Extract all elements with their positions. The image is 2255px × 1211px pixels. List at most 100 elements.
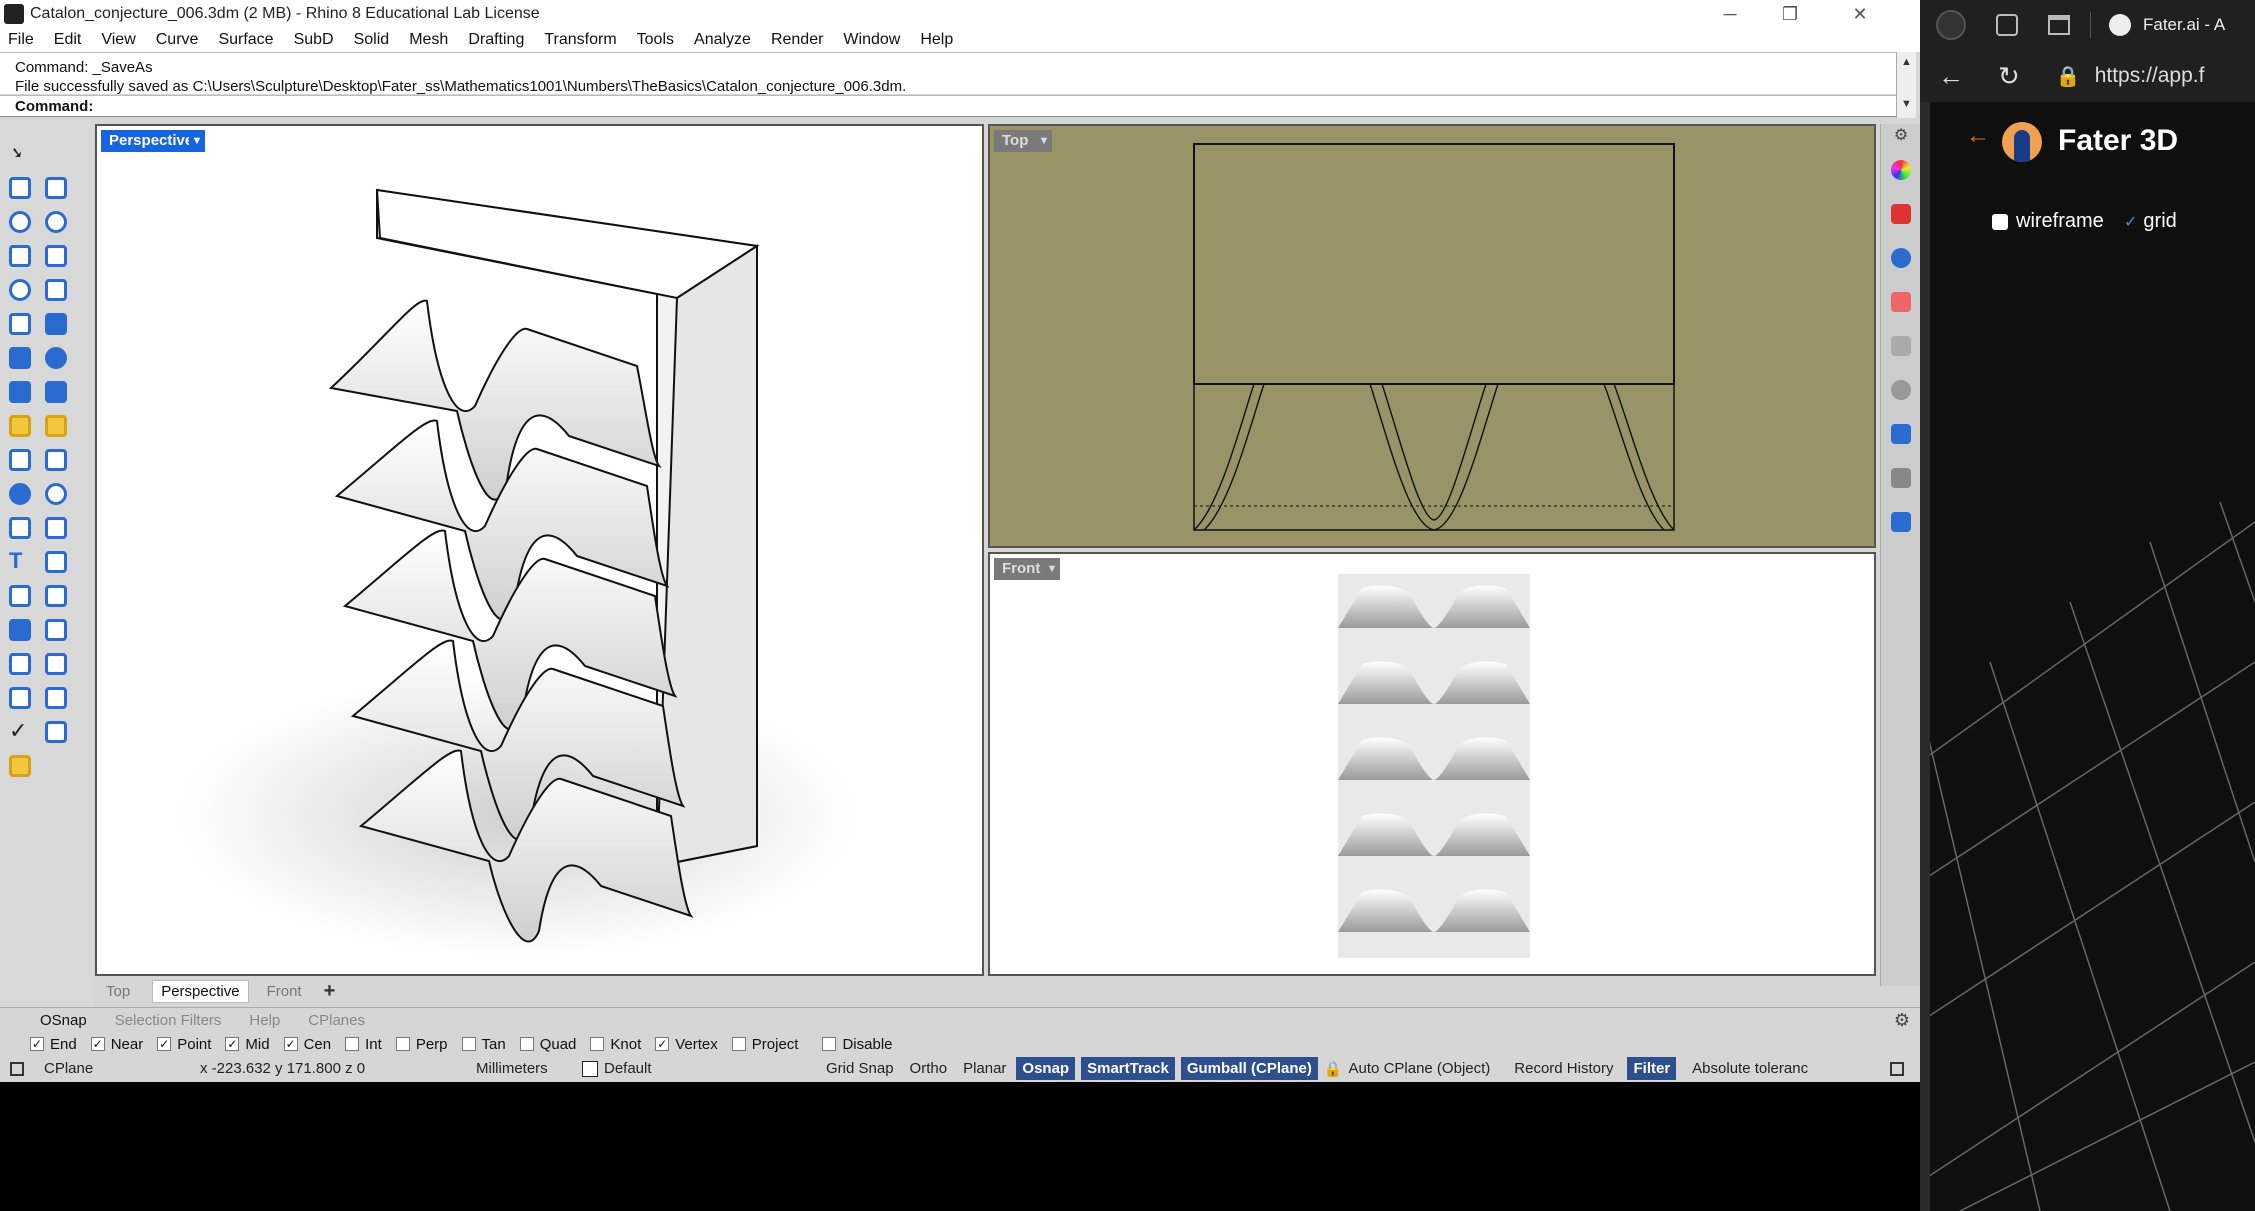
- menu-curve[interactable]: Curve: [156, 31, 199, 49]
- polyline-tool-icon[interactable]: [6, 174, 34, 202]
- top-dropdown-icon[interactable]: ▼: [1036, 130, 1052, 152]
- wireframe-option[interactable]: wireframe: [1992, 210, 2104, 233]
- menu-file[interactable]: File: [8, 31, 34, 49]
- surface-tool-icon[interactable]: [6, 310, 34, 338]
- point-tool-icon[interactable]: [42, 140, 70, 168]
- move-tool-icon[interactable]: [42, 548, 70, 576]
- status-auto-cplane[interactable]: Auto CPlane (Object): [1349, 1060, 1491, 1077]
- select-tool-icon[interactable]: ➘: [6, 140, 34, 168]
- rebuild-tool-icon[interactable]: [6, 514, 34, 542]
- polygon-tool-icon[interactable]: [6, 242, 34, 270]
- osnap-int[interactable]: Int: [345, 1036, 382, 1053]
- notification-icon[interactable]: [1891, 424, 1911, 444]
- perspective-dropdown-icon[interactable]: ▼: [189, 130, 205, 152]
- osnap-settings-gear-icon[interactable]: ⚙: [1894, 1010, 1910, 1031]
- menu-help[interactable]: Help: [920, 31, 953, 49]
- menu-mesh[interactable]: Mesh: [409, 31, 448, 49]
- rectangle-tool-icon[interactable]: [42, 242, 70, 270]
- trim-tool-icon[interactable]: [6, 446, 34, 474]
- arc-tool-icon[interactable]: [6, 276, 34, 304]
- reload-icon[interactable]: ↻: [1998, 61, 2020, 92]
- tab-help[interactable]: Help: [249, 1012, 280, 1029]
- osnap-checkbox[interactable]: [822, 1037, 837, 1051]
- loft-tool-icon[interactable]: [42, 310, 70, 338]
- tab-cplanes[interactable]: CPlanes: [308, 1012, 365, 1029]
- scroll-up-icon[interactable]: ▲: [1897, 52, 1916, 72]
- check-tool-icon[interactable]: ✓: [6, 718, 34, 746]
- profile-avatar[interactable]: [1936, 10, 1966, 40]
- menu-tools[interactable]: Tools: [637, 31, 674, 49]
- top-viewport[interactable]: Top ▼: [988, 124, 1876, 548]
- dimension-tool-icon[interactable]: [42, 582, 70, 610]
- status-filter[interactable]: Filter: [1627, 1057, 1677, 1080]
- osnap-checkbox[interactable]: [519, 1037, 534, 1051]
- osnap-point[interactable]: ✓ Point: [157, 1036, 211, 1053]
- camera-icon[interactable]: [1891, 380, 1911, 400]
- explode-tool-icon[interactable]: [6, 412, 34, 440]
- join-tool-icon[interactable]: [42, 412, 70, 440]
- osnap-vertex[interactable]: ✓ Vertex: [655, 1036, 718, 1053]
- layer-color-swatch[interactable]: [582, 1060, 598, 1077]
- color-wheel-icon[interactable]: [1891, 160, 1911, 180]
- perspective-viewport[interactable]: Perspective ▼: [95, 124, 984, 976]
- viewport-tab-front[interactable]: Front: [994, 558, 1049, 580]
- osnap-quad[interactable]: Quad: [519, 1036, 576, 1053]
- layers-icon[interactable]: [1891, 336, 1911, 356]
- display-icon[interactable]: [1891, 512, 1911, 532]
- array-tool-icon[interactable]: [6, 582, 34, 610]
- menu-transform[interactable]: Transform: [544, 31, 616, 49]
- menu-edit[interactable]: Edit: [54, 31, 82, 49]
- add-viewport-tab-button[interactable]: +: [324, 980, 336, 1003]
- osnap-checkbox[interactable]: ✓: [225, 1037, 240, 1051]
- menu-analyze[interactable]: Analyze: [694, 31, 751, 49]
- grid-option[interactable]: ✓ grid: [2124, 210, 2177, 233]
- paint-brush-icon[interactable]: [1891, 292, 1911, 312]
- front-viewport[interactable]: Front ▼: [988, 552, 1876, 976]
- vtab-front[interactable]: Front: [267, 983, 302, 1000]
- status-panel-toggle-icon[interactable]: [10, 1061, 24, 1076]
- wireframe-checkbox[interactable]: [1992, 213, 2008, 230]
- osnap-near[interactable]: ✓ Near: [90, 1036, 143, 1053]
- tab-actions-icon[interactable]: [2048, 15, 2070, 35]
- osnap-perp[interactable]: Perp: [395, 1036, 448, 1053]
- menu-solid[interactable]: Solid: [354, 31, 390, 49]
- osnap-knot[interactable]: Knot: [590, 1036, 641, 1053]
- menu-drafting[interactable]: Drafting: [468, 31, 524, 49]
- mesh-tool-icon[interactable]: [42, 378, 70, 406]
- render-tool-icon[interactable]: [42, 718, 70, 746]
- vtab-perspective[interactable]: Perspective: [152, 979, 249, 1003]
- settings-gear-icon[interactable]: ⚙: [1891, 126, 1911, 146]
- osnap-mid[interactable]: ✓ Mid: [225, 1036, 270, 1053]
- curve-tool-icon[interactable]: [42, 174, 70, 202]
- split-tool-icon[interactable]: [42, 446, 70, 474]
- status-planar[interactable]: Planar: [963, 1060, 1006, 1077]
- minimize-button[interactable]: ─: [1700, 0, 1760, 28]
- command-prompt[interactable]: Command:: [0, 95, 1904, 117]
- vtab-top[interactable]: Top: [106, 983, 130, 1000]
- osnap-checkbox[interactable]: ✓: [157, 1037, 172, 1051]
- back-arrow-icon[interactable]: ←: [1966, 122, 1990, 150]
- browser-tab-title[interactable]: Fater.ai - A: [2143, 15, 2225, 35]
- menu-surface[interactable]: Surface: [218, 31, 273, 49]
- scroll-down-icon[interactable]: ▼: [1897, 94, 1916, 114]
- menu-view[interactable]: View: [101, 31, 135, 49]
- ellipse-tool-icon[interactable]: [42, 208, 70, 236]
- osnap-checkbox[interactable]: ✓: [30, 1037, 44, 1051]
- osnap-checkbox[interactable]: [590, 1037, 605, 1051]
- learn-icon[interactable]: [1891, 468, 1911, 488]
- back-arrow-icon[interactable]: ←: [1938, 61, 1964, 92]
- menu-subd[interactable]: SubD: [294, 31, 334, 49]
- viewport-tab-perspective[interactable]: Perspective: [101, 130, 202, 152]
- menu-window[interactable]: Window: [843, 31, 900, 49]
- viewport-tab-top[interactable]: Top: [994, 130, 1037, 152]
- grid-checkmark-icon[interactable]: ✓: [2124, 212, 2137, 232]
- osnap-project[interactable]: Project: [731, 1036, 798, 1053]
- osnap-cen[interactable]: ✓ Cen: [283, 1036, 331, 1053]
- status-ortho[interactable]: Ortho: [910, 1060, 948, 1077]
- pipe-tool-icon[interactable]: [42, 616, 70, 644]
- boolean-diff-tool-icon[interactable]: [42, 480, 70, 508]
- gumball-tool-icon[interactable]: [42, 650, 70, 678]
- analyze-tool-icon[interactable]: [6, 684, 34, 712]
- status-smarttrack[interactable]: SmartTrack: [1081, 1057, 1175, 1080]
- status-cplane[interactable]: CPlane: [44, 1060, 184, 1077]
